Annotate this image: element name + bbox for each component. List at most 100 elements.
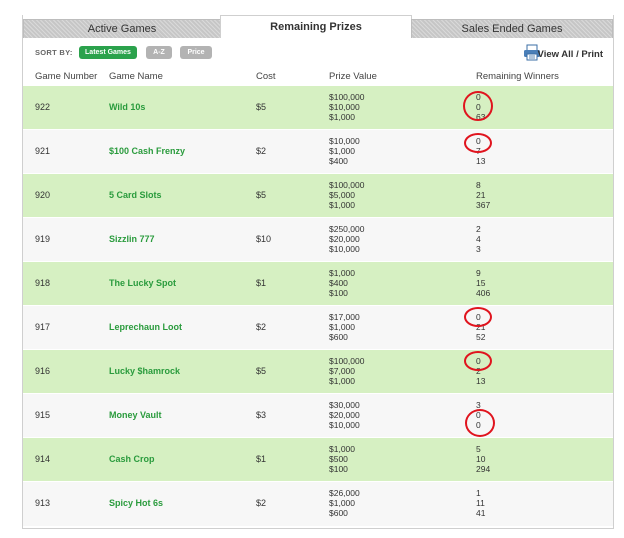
view-all-print-link[interactable]: View All / Print: [538, 49, 603, 60]
sort-price-button[interactable]: Price: [180, 46, 212, 59]
highlight-circle-annotation: [464, 133, 492, 153]
prize-values: $1,000 $500 $100: [329, 444, 355, 474]
table-header: Game Number Game Name Cost Prize Value R…: [23, 67, 613, 85]
tab-remaining-prizes[interactable]: Remaining Prizes: [220, 15, 412, 38]
prize-values: $17,000 $1,000 $600: [329, 312, 360, 342]
game-name-link[interactable]: Spicy Hot 6s: [109, 498, 163, 508]
prize-values: $250,000 $20,000 $10,000: [329, 224, 364, 254]
game-cost: $5: [256, 366, 267, 376]
game-number: 916: [35, 366, 51, 376]
column-header-game-name: Game Name: [109, 71, 163, 82]
prize-value: $1,000: [329, 376, 355, 386]
table-row: 914 Cash Crop $1 $1,000 $500 $100 5 10 294: [23, 437, 613, 482]
prize-value: $1,000: [329, 322, 355, 332]
winner-count: 11: [476, 498, 485, 508]
game-cost: $5: [256, 190, 267, 200]
prize-values: $26,000 $1,000 $600: [329, 488, 360, 518]
highlight-circle-annotation: [464, 351, 492, 371]
game-number: 917: [35, 322, 51, 332]
prize-value: $400: [329, 156, 348, 166]
winner-count: 52: [476, 332, 486, 342]
winner-count: 1: [476, 488, 481, 498]
winner-count: 15: [476, 278, 486, 288]
prize-value: $1,000: [329, 444, 355, 454]
prize-value: $100,000: [329, 180, 365, 190]
prize-values: $30,000 $20,000 $10,000: [329, 400, 360, 430]
winner-count: 41: [476, 508, 486, 518]
remaining-prizes-panel: Active Games Remaining Prizes Sales Ende…: [22, 15, 614, 529]
table-row: 921 $100 Cash Frenzy $2 $10,000 $1,000 $400 0 7…: [23, 129, 613, 174]
game-cost: $1: [256, 454, 267, 464]
prize-value: $20,000: [329, 234, 360, 244]
highlight-circle-annotation: [464, 307, 492, 327]
prize-values: $100,000 $7,000 $1,000: [329, 356, 364, 386]
tab-bar: Active Games Remaining Prizes Sales Ende…: [23, 15, 613, 38]
column-header-game-number: Game Number: [35, 71, 98, 82]
game-name-link[interactable]: Lucky $hamrock: [109, 366, 180, 376]
winner-count: 4: [476, 234, 481, 244]
table-row: 915 Money Vault $3 $30,000 $20,000 $10,000 3 0 0: [23, 393, 613, 438]
game-cost: $5: [256, 102, 267, 112]
winner-count: 294: [476, 464, 491, 474]
prize-value: $500: [329, 454, 348, 464]
prize-values: $10,000 $1,000 $400: [329, 136, 360, 166]
winner-count: 2: [476, 224, 481, 234]
prize-value: $100,000: [329, 356, 365, 366]
winner-count: 21: [476, 190, 486, 200]
game-cost: $3: [256, 410, 267, 420]
prize-value: $600: [329, 508, 348, 518]
remaining-winners: 5 10 294: [476, 444, 490, 474]
column-header-remaining-winners: Remaining Winners: [476, 71, 559, 82]
game-number: 915: [35, 410, 51, 420]
game-name-link[interactable]: Wild 10s: [109, 102, 145, 112]
game-name-link[interactable]: Leprechaun Loot: [109, 322, 182, 332]
sort-latest-games-button[interactable]: Latest Games: [79, 46, 137, 59]
game-cost: $2: [256, 322, 267, 332]
prize-value: $7,000: [329, 366, 355, 376]
game-name-link[interactable]: Cash Crop: [109, 454, 155, 464]
winner-count: 10: [476, 454, 486, 464]
game-number: 913: [35, 498, 51, 508]
prize-value: $1,000: [329, 112, 355, 122]
table-row: 922 Wild 10s $5 $100,000 $10,000 $1,000 0 0 63: [23, 85, 613, 130]
prize-value: $250,000: [329, 224, 365, 234]
sort-a-z-button[interactable]: A-Z: [146, 46, 172, 59]
game-name-link[interactable]: 5 Card Slots: [109, 190, 162, 200]
winner-count: 5: [476, 444, 481, 454]
game-cost: $10: [256, 234, 272, 244]
game-number: 914: [35, 454, 51, 464]
table-row: 920 5 Card Slots $5 $100,000 $5,000 $1,000 8 21…: [23, 173, 613, 218]
tab-active-games[interactable]: Active Games: [23, 19, 221, 38]
game-number: 918: [35, 278, 51, 288]
prize-value: $17,000: [329, 312, 360, 322]
prize-value: $100,000: [329, 92, 365, 102]
winner-count: 13: [476, 156, 486, 166]
prize-value: $100: [329, 288, 348, 298]
column-header-cost: Cost: [256, 71, 276, 82]
game-name-link[interactable]: The Lucky Spot: [109, 278, 176, 288]
table-row: 919 Sizzlin 777 $10 $250,000 $20,000 $10,000 2…: [23, 217, 613, 262]
game-name-link[interactable]: Money Vault: [109, 410, 162, 420]
highlight-circle-annotation: [465, 409, 495, 437]
remaining-winners: 8 21 367: [476, 180, 490, 210]
prize-value: $1,000: [329, 146, 355, 156]
game-cost: $2: [256, 498, 267, 508]
winner-count: 9: [476, 268, 481, 278]
sort-bar: SORT BY: Latest Games A-Z Price View All…: [23, 37, 613, 67]
prize-value: $1,000: [329, 498, 355, 508]
winner-count: 13: [476, 376, 486, 386]
remaining-winners: 1 11 41: [476, 488, 485, 518]
game-name-link[interactable]: Sizzlin 777: [109, 234, 155, 244]
highlight-circle-annotation: [463, 91, 493, 121]
prize-values: $1,000 $400 $100: [329, 268, 355, 298]
remaining-winners: 9 15 406: [476, 268, 490, 298]
prize-value: $10,000: [329, 102, 360, 112]
tab-sales-ended-games[interactable]: Sales Ended Games: [411, 19, 613, 38]
prize-value: $600: [329, 332, 348, 342]
column-header-prize-value: Prize Value: [329, 71, 377, 82]
winner-count: 406: [476, 288, 491, 298]
game-name-link[interactable]: $100 Cash Frenzy: [109, 146, 185, 156]
game-cost: $1: [256, 278, 267, 288]
table-row: 916 Lucky $hamrock $5 $100,000 $7,000 $1,000 0…: [23, 349, 613, 394]
winner-count: 367: [476, 200, 491, 210]
